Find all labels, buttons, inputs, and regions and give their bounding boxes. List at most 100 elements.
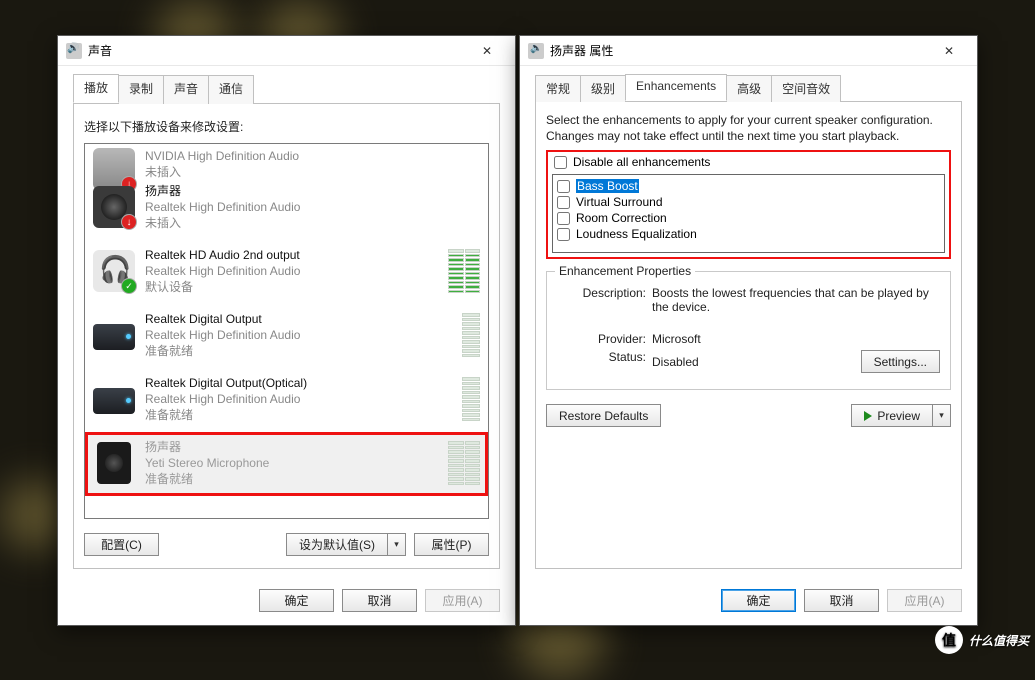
tab-bar: 常规 级别 Enhancements 高级 空间音效 — [535, 74, 962, 102]
checkbox[interactable] — [557, 196, 570, 209]
level-meter-icon — [462, 313, 480, 357]
preview-button[interactable]: Preview — [851, 404, 951, 427]
headphones-icon — [93, 250, 135, 292]
disable-all-input[interactable] — [554, 156, 567, 169]
close-button[interactable]: ✕ — [467, 37, 507, 65]
device-sub: NVIDIA High Definition Audio — [145, 148, 480, 164]
enh-label: Loudness Equalization — [576, 227, 697, 241]
apply-button[interactable]: 应用(A) — [425, 589, 500, 612]
av-receiver-icon — [93, 314, 135, 356]
group-title: Enhancement Properties — [555, 264, 695, 278]
device-list[interactable]: NVIDIA High Definition Audio 未插入 扬声器 Rea… — [84, 143, 489, 519]
device-item-selected[interactable]: 扬声器 Yeti Stereo Microphone 准备就绪 — [85, 432, 488, 496]
device-sub: Realtek High Definition Audio — [145, 263, 438, 279]
device-sub: Realtek High Definition Audio — [145, 199, 480, 215]
play-icon — [864, 411, 872, 421]
sound-window: 声音 ✕ 播放 录制 声音 通信 选择以下播放设备来修改设置: NVIDIA H… — [57, 35, 516, 626]
restore-defaults-button[interactable]: Restore Defaults — [546, 404, 661, 427]
enh-label: Virtual Surround — [576, 195, 663, 209]
device-item[interactable]: Realtek Digital Output(Optical) Realtek … — [85, 368, 488, 432]
device-name: Realtek Digital Output — [145, 311, 452, 327]
preview-dropdown[interactable] — [933, 404, 951, 427]
playback-panel: 选择以下播放设备来修改设置: NVIDIA High Definition Au… — [73, 104, 500, 569]
tab-general[interactable]: 常规 — [535, 75, 581, 102]
tab-bar: 播放 录制 声音 通信 — [73, 74, 500, 104]
tab-playback[interactable]: 播放 — [73, 74, 119, 103]
cancel-button[interactable]: 取消 — [804, 589, 879, 612]
av-receiver-icon — [93, 378, 135, 420]
device-status: 未插入 — [145, 215, 480, 231]
apply-button[interactable]: 应用(A) — [887, 589, 962, 612]
enhancements-panel: Select the enhancements to apply for you… — [535, 102, 962, 569]
tab-sounds[interactable]: 声音 — [163, 75, 209, 104]
dialog-buttons: 确定 取消 应用(A) — [58, 579, 515, 625]
close-button[interactable]: ✕ — [929, 37, 969, 65]
ok-button[interactable]: 确定 — [259, 589, 334, 612]
device-sub: Yeti Stereo Microphone — [145, 455, 438, 471]
tab-recording[interactable]: 录制 — [118, 75, 164, 104]
device-status: 准备就绪 — [145, 407, 452, 423]
watermark-badge-icon: 值 — [935, 626, 963, 654]
configure-button[interactable]: 配置(C) — [84, 533, 159, 556]
default-badge-icon — [121, 278, 137, 294]
provider-value: Microsoft — [652, 332, 940, 346]
titlebar[interactable]: 扬声器 属性 ✕ — [520, 36, 977, 66]
settings-button[interactable]: Settings... — [861, 350, 940, 373]
disable-all-checkbox[interactable]: Disable all enhancements — [552, 154, 945, 170]
enh-label: Bass Boost — [576, 179, 639, 193]
enh-room-correction[interactable]: Room Correction — [557, 210, 940, 226]
device-sub: Realtek High Definition Audio — [145, 327, 452, 343]
watermark: 值 什么值得买 — [935, 626, 1029, 654]
window-title: 扬声器 属性 — [550, 42, 613, 59]
level-meter-icon — [462, 377, 480, 421]
window-title: 声音 — [88, 42, 112, 59]
device-name: Realtek HD Audio 2nd output — [145, 247, 438, 263]
unplugged-badge-icon — [121, 214, 137, 230]
properties-button[interactable]: 属性(P) — [414, 533, 489, 556]
device-status: 准备就绪 — [145, 343, 452, 359]
device-item[interactable]: NVIDIA High Definition Audio 未插入 — [85, 144, 488, 176]
status-value: Disabled — [652, 355, 699, 369]
set-default-dropdown[interactable] — [388, 533, 406, 556]
device-status: 准备就绪 — [145, 471, 438, 487]
device-item[interactable]: Realtek HD Audio 2nd output Realtek High… — [85, 240, 488, 304]
preview-label: Preview — [877, 409, 920, 423]
instruction-text: 选择以下播放设备来修改设置: — [84, 118, 489, 135]
level-meter-icon — [448, 249, 480, 293]
checkbox[interactable] — [557, 212, 570, 225]
set-default-button[interactable]: 设为默认值(S) — [286, 533, 406, 556]
enh-loudness-eq[interactable]: Loudness Equalization — [557, 226, 940, 242]
preview-main[interactable]: Preview — [851, 404, 933, 427]
disable-all-label: Disable all enhancements — [573, 155, 710, 169]
enhancement-list[interactable]: Bass Boost Virtual Surround Room Correct… — [552, 174, 945, 253]
speaker-title-icon — [528, 43, 544, 59]
checkbox[interactable] — [557, 228, 570, 241]
device-status: 默认设备 — [145, 279, 438, 295]
device-item[interactable]: 扬声器 Realtek High Definition Audio 未插入 — [85, 176, 488, 240]
device-sub: Realtek High Definition Audio — [145, 391, 452, 407]
ok-button[interactable]: 确定 — [721, 589, 796, 612]
device-item[interactable]: Realtek Digital Output Realtek High Defi… — [85, 304, 488, 368]
enh-virtual-surround[interactable]: Virtual Surround — [557, 194, 940, 210]
desc-key: Description: — [557, 286, 652, 314]
checkbox[interactable] — [557, 180, 570, 193]
enhancement-properties-group: Enhancement Properties Description:Boost… — [546, 271, 951, 390]
set-default-main[interactable]: 设为默认值(S) — [286, 533, 388, 556]
status-key: Status: — [557, 350, 652, 373]
dialog-buttons: 确定 取消 应用(A) — [520, 579, 977, 625]
titlebar[interactable]: 声音 ✕ — [58, 36, 515, 66]
device-name: Realtek Digital Output(Optical) — [145, 375, 452, 391]
highlighted-region: Disable all enhancements Bass Boost Virt… — [546, 150, 951, 259]
level-meter-icon — [448, 441, 480, 485]
enh-label: Room Correction — [576, 211, 667, 225]
tab-enhancements[interactable]: Enhancements — [625, 74, 727, 101]
speaker-properties-window: 扬声器 属性 ✕ 常规 级别 Enhancements 高级 空间音效 Sele… — [519, 35, 978, 626]
sound-icon — [66, 43, 82, 59]
tab-spatial[interactable]: 空间音效 — [771, 75, 841, 102]
tab-advanced[interactable]: 高级 — [726, 75, 772, 102]
cancel-button[interactable]: 取消 — [342, 589, 417, 612]
tab-levels[interactable]: 级别 — [580, 75, 626, 102]
device-name: 扬声器 — [145, 183, 480, 199]
tab-comm[interactable]: 通信 — [208, 75, 254, 104]
enh-bass-boost[interactable]: Bass Boost — [557, 178, 940, 194]
